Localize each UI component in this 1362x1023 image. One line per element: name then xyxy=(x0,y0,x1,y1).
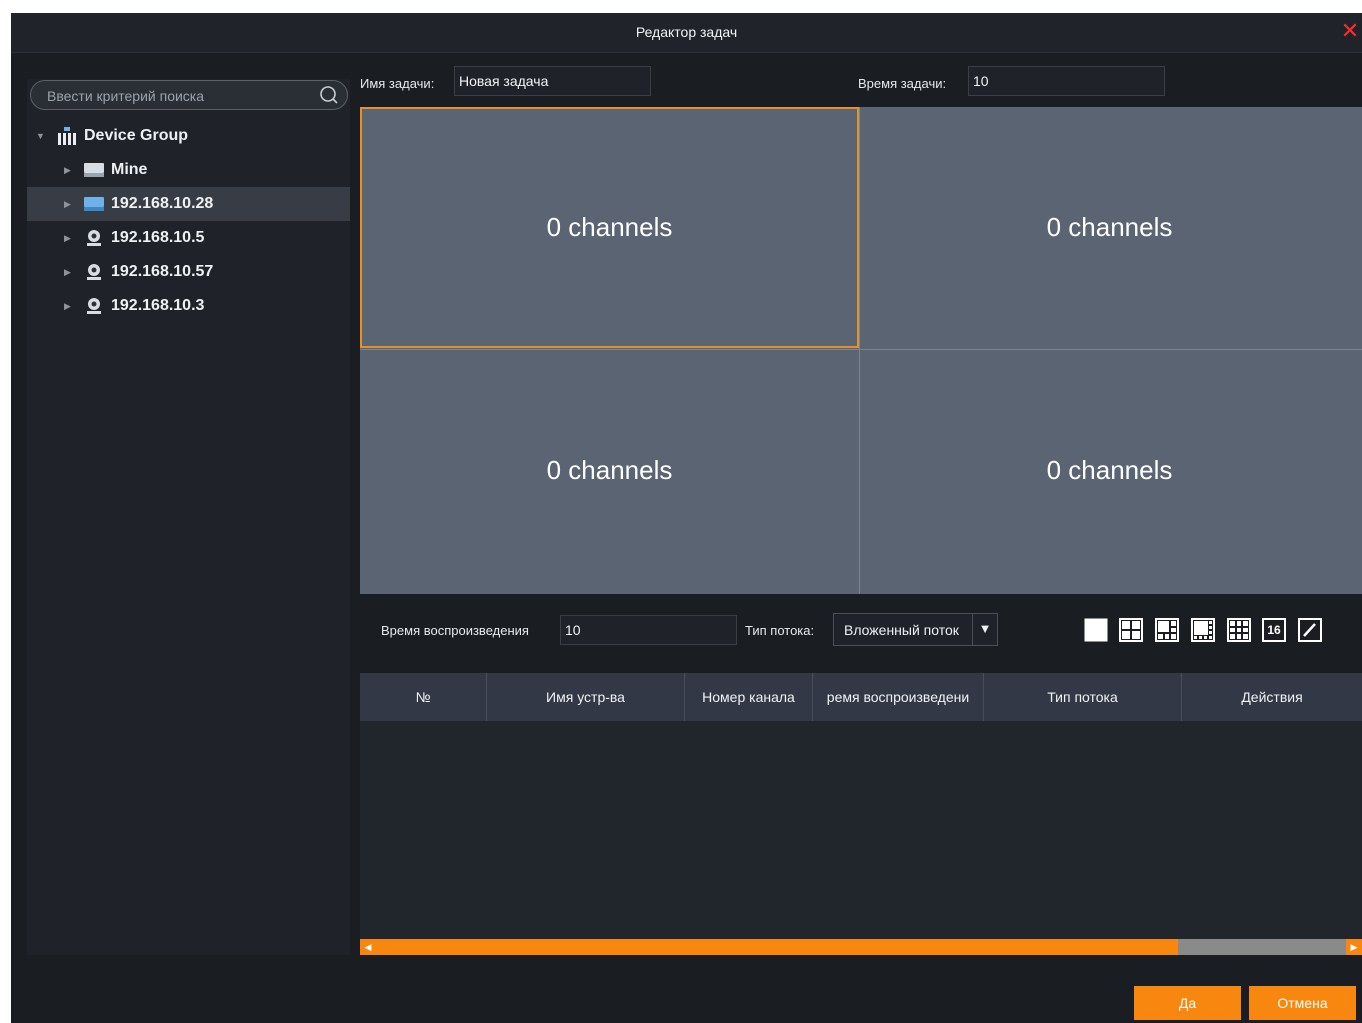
grid-cell-1[interactable]: 0 channels xyxy=(360,107,859,348)
layout-6-icon[interactable] xyxy=(1155,618,1179,642)
stream-type-select[interactable]: Вложенный поток ▼ xyxy=(833,613,998,646)
tree-item-192-168-10-28[interactable]: ▶ 192.168.10.28 xyxy=(27,187,350,221)
nvr-icon xyxy=(83,161,105,179)
playback-time-label: Время воспроизведения xyxy=(381,623,529,638)
search-icon[interactable] xyxy=(319,85,339,105)
tree-item-label: 192.168.10.3 xyxy=(111,297,205,314)
dropdown-arrow-icon[interactable]: ▼ xyxy=(972,614,997,645)
task-time-label: Время задачи: xyxy=(858,76,947,91)
task-editor-dialog: Редактор задач ✕ ▼ Device Group xyxy=(11,13,1362,1023)
device-group-icon xyxy=(56,127,78,145)
tree-item-192-168-10-3[interactable]: ▶ 192.168.10.3 xyxy=(27,289,350,323)
tree-item-mine[interactable]: ▶ Mine xyxy=(27,153,350,187)
layout-8-icon[interactable] xyxy=(1191,618,1215,642)
column-header-channel-number[interactable]: Номер канала xyxy=(685,673,813,721)
title-bar[interactable]: Редактор задач ✕ xyxy=(11,13,1362,53)
expand-caret-icon[interactable]: ▶ xyxy=(64,301,74,312)
task-name-input[interactable]: Новая задача xyxy=(454,66,651,96)
camera-icon xyxy=(83,297,105,315)
tree-root-device-group[interactable]: ▼ Device Group xyxy=(27,119,350,153)
channel-grid: 0 channels 0 channels 0 channels 0 chann… xyxy=(360,107,1362,594)
column-header-actions[interactable]: Действия xyxy=(1182,673,1362,721)
tree-item-192-168-10-5[interactable]: ▶ 192.168.10.5 xyxy=(27,221,350,255)
tree-root-label: Device Group xyxy=(84,127,189,144)
tree-item-label: 192.168.10.5 xyxy=(111,229,205,246)
grid-cell-2[interactable]: 0 channels xyxy=(860,107,1359,348)
column-header-playback-time[interactable]: ремя воспроизведени xyxy=(813,673,984,721)
table-body xyxy=(360,721,1362,939)
grid-cell-3[interactable]: 0 channels xyxy=(360,350,859,591)
device-tree-panel: ▼ Device Group ▶ Mine ▶ xyxy=(27,79,350,955)
scroll-right-icon[interactable]: ▶ xyxy=(1346,939,1362,955)
grid-divider xyxy=(360,349,1362,350)
grid-cell-4[interactable]: 0 channels xyxy=(860,350,1359,591)
stream-type-label: Тип потока: xyxy=(745,623,815,638)
tree-item-label: Mine xyxy=(111,161,148,178)
scroll-left-icon[interactable]: ◀ xyxy=(360,939,376,955)
playback-time-input[interactable]: 10 xyxy=(560,615,737,645)
tree-item-label: 192.168.10.57 xyxy=(111,263,214,280)
stream-type-value: Вложенный поток xyxy=(844,622,959,638)
column-header-device-name[interactable]: Имя устр-ва xyxy=(487,673,685,721)
grid-divider xyxy=(859,107,860,594)
ok-button[interactable]: Да xyxy=(1134,986,1241,1020)
table-header: № Имя устр-ва Номер канала ремя воспроиз… xyxy=(360,673,1362,721)
search-input[interactable] xyxy=(45,86,309,106)
collapse-caret-icon[interactable]: ▼ xyxy=(36,131,46,141)
column-header-number[interactable]: № xyxy=(360,673,487,721)
nvr-icon xyxy=(83,195,105,213)
tree-item-label: 192.168.10.28 xyxy=(111,195,214,212)
edit-layout-icon[interactable] xyxy=(1298,618,1322,642)
column-header-stream-type[interactable]: Тип потока xyxy=(984,673,1182,721)
expand-caret-icon[interactable]: ▶ xyxy=(64,199,74,210)
task-time-input[interactable]: 10 xyxy=(968,66,1165,96)
horizontal-scrollbar[interactable]: ◀ ▶ xyxy=(360,939,1362,955)
layout-9-icon[interactable] xyxy=(1227,618,1251,642)
layout-4-icon[interactable] xyxy=(1119,618,1143,642)
camera-icon xyxy=(83,263,105,281)
expand-caret-icon[interactable]: ▶ xyxy=(64,165,74,176)
close-icon[interactable]: ✕ xyxy=(1338,17,1362,45)
search-box xyxy=(30,80,348,110)
layout-1-icon[interactable] xyxy=(1084,618,1108,642)
tree-item-192-168-10-57[interactable]: ▶ 192.168.10.57 xyxy=(27,255,350,289)
expand-caret-icon[interactable]: ▶ xyxy=(64,233,74,244)
expand-caret-icon[interactable]: ▶ xyxy=(64,267,74,278)
dialog-title: Редактор задач xyxy=(635,24,738,40)
task-name-label: Имя задачи: xyxy=(360,76,435,91)
cancel-button[interactable]: Отмена xyxy=(1249,986,1356,1020)
scrollbar-thumb[interactable] xyxy=(360,939,1178,955)
layout-16-icon[interactable]: 16 xyxy=(1262,618,1286,642)
camera-icon xyxy=(83,229,105,247)
